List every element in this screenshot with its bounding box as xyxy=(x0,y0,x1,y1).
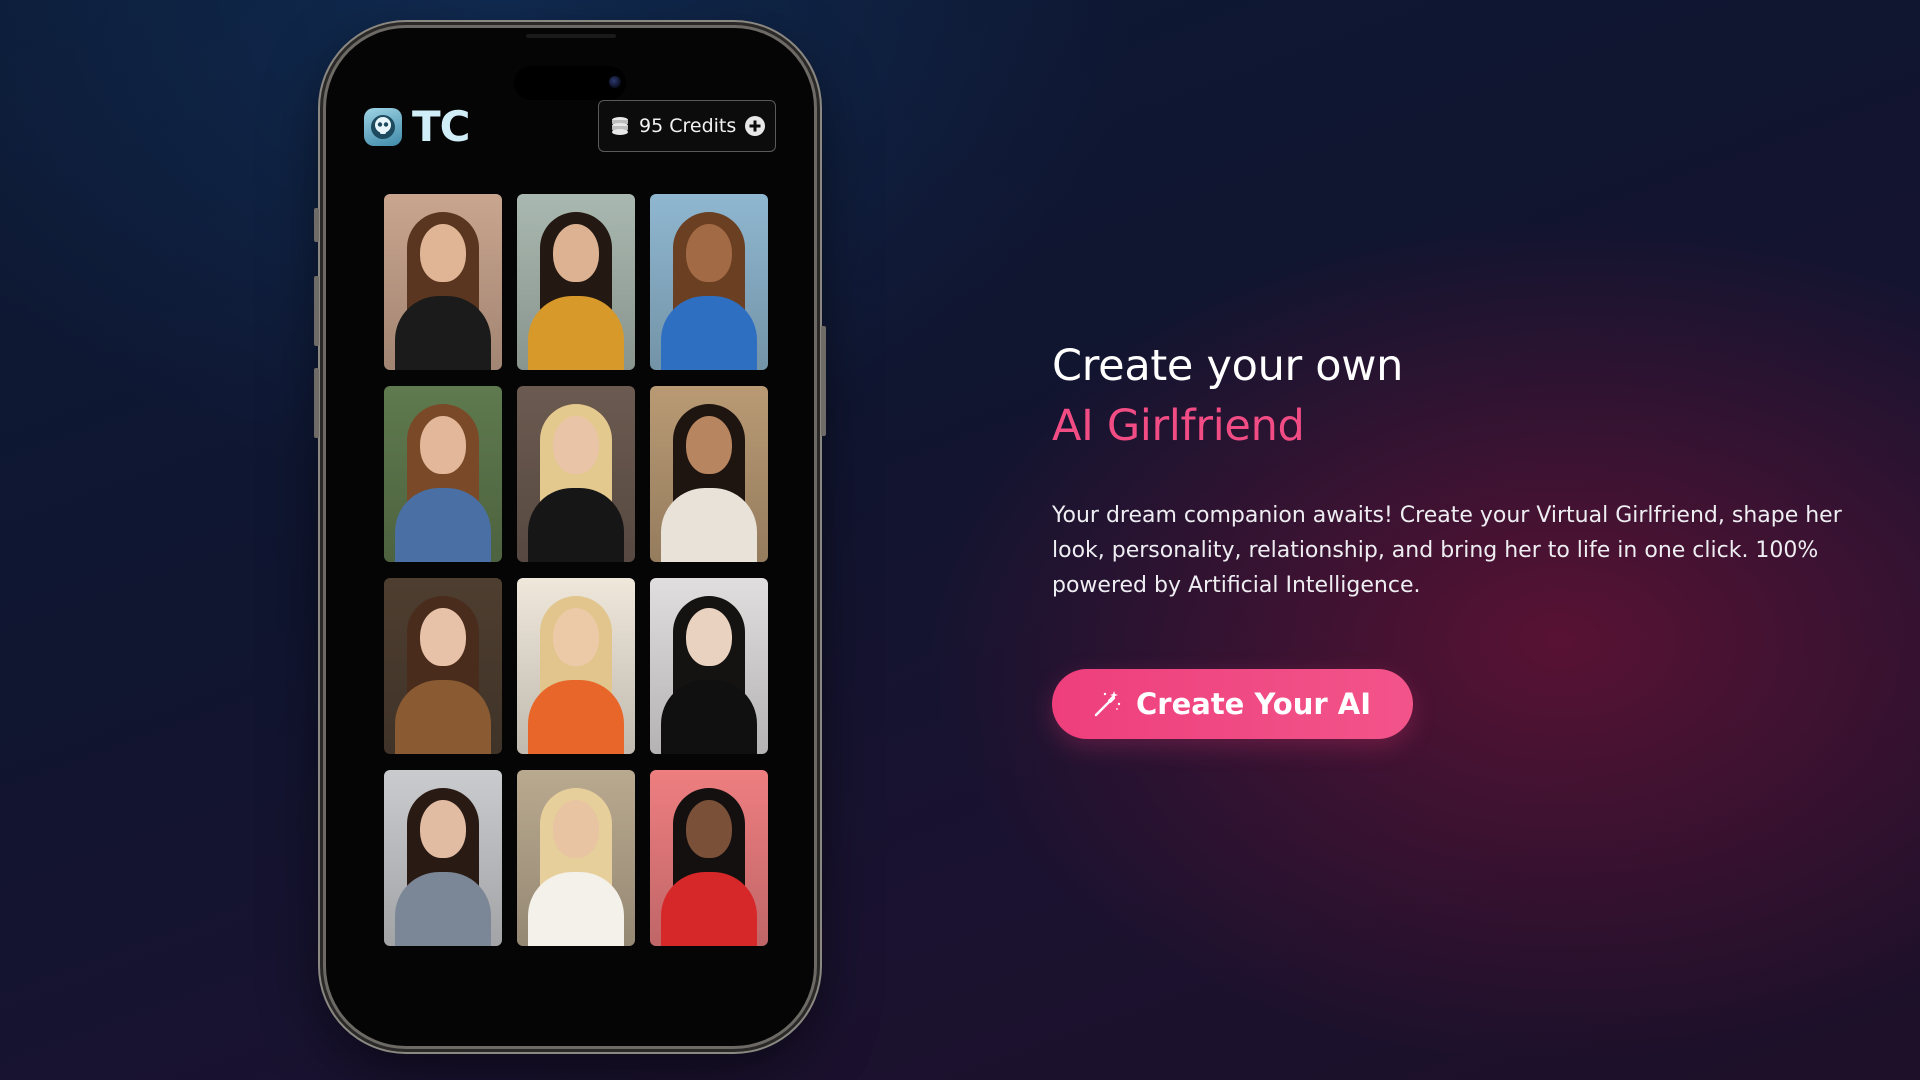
portrait-outfit xyxy=(661,872,757,946)
phone-mockup: TC 95 Credits xyxy=(314,28,826,1046)
hero-section: Create your own AI Girlfriend Your dream… xyxy=(1052,336,1872,739)
phone-volume-up xyxy=(314,276,319,346)
portrait-outfit xyxy=(528,680,624,754)
portrait-outfit xyxy=(395,680,491,754)
portrait-outfit xyxy=(395,872,491,946)
hero-title-accent: AI Girlfriend xyxy=(1052,401,1305,451)
portrait-face xyxy=(420,416,466,474)
portrait-face xyxy=(420,224,466,282)
girlfriend-card[interactable] xyxy=(650,770,768,946)
girlfriend-card[interactable] xyxy=(517,194,635,370)
hero-title: Create your own AI Girlfriend xyxy=(1052,336,1872,456)
portrait-outfit xyxy=(528,488,624,562)
create-your-ai-button[interactable]: Create Your AI xyxy=(1052,669,1413,739)
girlfriend-card[interactable] xyxy=(650,386,768,562)
girlfriend-card[interactable] xyxy=(384,194,502,370)
app-name[interactable]: TC xyxy=(412,102,470,151)
portrait-face xyxy=(553,800,599,858)
portrait-outfit xyxy=(661,488,757,562)
hero-title-line1: Create your own xyxy=(1052,341,1404,391)
girlfriend-card[interactable] xyxy=(517,386,635,562)
create-your-ai-label: Create Your AI xyxy=(1136,687,1371,721)
plus-circle-icon[interactable] xyxy=(745,116,765,136)
girlfriend-gallery xyxy=(384,194,768,946)
portrait-face xyxy=(686,416,732,474)
coins-stack-icon xyxy=(612,117,628,135)
girlfriend-card[interactable] xyxy=(650,578,768,754)
phone-mute-switch xyxy=(314,208,319,242)
credits-label: 95 Credits xyxy=(639,115,737,137)
portrait-outfit xyxy=(395,296,491,370)
portrait-face xyxy=(553,416,599,474)
credits-button[interactable]: 95 Credits xyxy=(598,100,776,152)
girlfriend-card[interactable] xyxy=(650,194,768,370)
girlfriend-card[interactable] xyxy=(384,386,502,562)
robot-face-icon[interactable] xyxy=(364,108,402,146)
girlfriend-card[interactable] xyxy=(384,770,502,946)
girlfriend-card[interactable] xyxy=(517,578,635,754)
portrait-outfit xyxy=(661,296,757,370)
portrait-face xyxy=(553,224,599,282)
front-camera xyxy=(609,76,621,88)
portrait-outfit xyxy=(528,872,624,946)
portrait-outfit xyxy=(528,296,624,370)
portrait-face xyxy=(686,800,732,858)
phone-power-button xyxy=(821,326,826,436)
portrait-outfit xyxy=(661,680,757,754)
portrait-face xyxy=(686,608,732,666)
portrait-face xyxy=(553,608,599,666)
phone-speaker xyxy=(526,34,616,38)
hero-description: Your dream companion awaits! Create your… xyxy=(1052,503,1842,598)
magic-wand-icon xyxy=(1094,691,1121,717)
portrait-face xyxy=(686,224,732,282)
phone-volume-down xyxy=(314,368,319,438)
girlfriend-card[interactable] xyxy=(517,770,635,946)
portrait-face xyxy=(420,800,466,858)
portrait-outfit xyxy=(395,488,491,562)
girlfriend-card[interactable] xyxy=(384,578,502,754)
portrait-face xyxy=(420,608,466,666)
